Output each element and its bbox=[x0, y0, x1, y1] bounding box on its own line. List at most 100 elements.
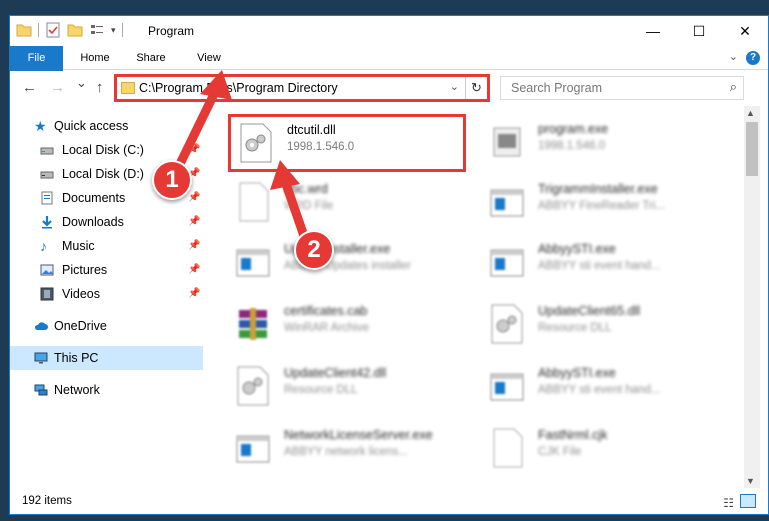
pin-icon[interactable]: 📌 bbox=[188, 258, 200, 282]
file-type: CJK File bbox=[538, 446, 582, 458]
refresh-icon[interactable]: ↻ bbox=[465, 77, 487, 99]
file-name: AbbyySTI.exe bbox=[538, 242, 616, 256]
music-icon: ♪ bbox=[40, 238, 47, 254]
file-list: dtcutil.dll 1998.1.546.0 program.exe 199… bbox=[222, 106, 744, 486]
file-item[interactable]: UpdateClient42.dll Resource DLL bbox=[228, 360, 468, 412]
back-button[interactable]: ← bbox=[22, 79, 37, 96]
sidebar-item-pictures[interactable]: Pictures 📌 bbox=[10, 258, 203, 282]
drive-icon bbox=[40, 147, 54, 155]
sidebar-item-videos[interactable]: Videos 📌 bbox=[10, 282, 203, 306]
details-view-icon[interactable]: ☷ bbox=[723, 496, 734, 510]
scroll-thumb[interactable] bbox=[746, 122, 758, 176]
scroll-down-icon[interactable]: ▼ bbox=[746, 476, 755, 486]
window-title: Program bbox=[148, 24, 195, 38]
computer-icon bbox=[34, 352, 48, 364]
sidebar-item-label: OneDrive bbox=[54, 319, 107, 333]
network-icon bbox=[34, 384, 48, 396]
vertical-scrollbar[interactable]: ▲ ▼ bbox=[744, 106, 760, 488]
minimize-button[interactable]: — bbox=[630, 16, 676, 46]
view-options-icon[interactable] bbox=[89, 22, 105, 38]
file-name: NetworkLicenseServer.exe bbox=[284, 428, 433, 442]
search-icon[interactable]: ⌕ bbox=[730, 79, 737, 95]
tab-share[interactable]: Share bbox=[128, 46, 174, 70]
file-type: WRD File bbox=[284, 200, 334, 212]
sidebar-item-label: Network bbox=[54, 383, 100, 397]
properties-icon[interactable] bbox=[45, 22, 61, 38]
file-item[interactable]: UpdateClient65.dll Resource DLL bbox=[482, 298, 722, 350]
customize-qat-icon[interactable]: ▾ bbox=[111, 25, 116, 36]
quick-access-toolbar: ▾ bbox=[16, 22, 123, 38]
sidebar-item-downloads[interactable]: Downloads 📌 bbox=[10, 210, 203, 234]
file-name: UpdateClient65.dll bbox=[538, 304, 641, 318]
help-icon[interactable]: ? bbox=[746, 51, 760, 65]
maximize-button[interactable]: ☐ bbox=[676, 16, 722, 46]
title-bar: ▾ Program — ☐ ✕ bbox=[10, 16, 768, 46]
file-name: certificates.cab bbox=[284, 304, 368, 318]
blank-file-icon bbox=[239, 182, 269, 222]
file-item[interactable]: FastNrml.cjk CJK File bbox=[482, 422, 722, 474]
address-bar[interactable]: C:\Program Files\Program Directory ⌄ ↻ bbox=[114, 74, 490, 102]
sidebar-item-label: Documents bbox=[62, 191, 126, 205]
scroll-up-icon[interactable]: ▲ bbox=[746, 108, 755, 118]
dll-gear-icon bbox=[240, 123, 272, 163]
sidebar-item-network[interactable]: Network bbox=[10, 378, 203, 402]
step-badge-1: 1 bbox=[152, 160, 192, 200]
file-type: ABBYY sti event hand... bbox=[538, 260, 661, 272]
pin-icon[interactable]: 📌 bbox=[188, 282, 200, 306]
pin-icon[interactable]: 📌 bbox=[188, 138, 200, 162]
search-input[interactable]: Search Program ⌕ bbox=[500, 76, 744, 100]
pin-icon[interactable]: 📌 bbox=[188, 234, 200, 258]
file-type: ABBYY sti event hand... bbox=[538, 384, 661, 396]
window-app-icon bbox=[236, 249, 270, 277]
pin-icon[interactable]: 📌 bbox=[188, 210, 200, 234]
cloud-icon bbox=[34, 322, 48, 330]
file-item[interactable]: Updatelnstaller.exe ABBYY Updates instal… bbox=[228, 236, 468, 288]
file-item-dtcutil-dll[interactable]: dtcutil.dll 1998.1.546.0 bbox=[228, 114, 466, 172]
recent-locations-button[interactable]: ⌄ bbox=[76, 75, 87, 91]
file-name: UpdateClient42.dll bbox=[284, 366, 387, 380]
file-item[interactable]: program.exe 1998.1.546.0 bbox=[482, 116, 722, 168]
file-item[interactable]: AbbyySTI.exe ABBYY sti event hand... bbox=[482, 236, 722, 288]
step-badge-2: 2 bbox=[294, 230, 334, 270]
sidebar-item-music[interactable]: ♪ Music 📌 bbox=[10, 234, 203, 258]
sidebar-item-label: Music bbox=[62, 239, 95, 253]
new-folder-icon[interactable] bbox=[67, 22, 83, 38]
winrar-icon bbox=[239, 308, 267, 340]
sidebar-item-label: Pictures bbox=[62, 263, 108, 277]
address-dropdown-icon[interactable]: ⌄ bbox=[450, 80, 459, 93]
file-item[interactable]: AbbyySTI.exe ABBYY sti event hand... bbox=[482, 360, 722, 412]
download-icon bbox=[42, 216, 52, 229]
file-item[interactable]: abc.wrd WRD File bbox=[228, 176, 468, 228]
sidebar-item-label: Videos bbox=[62, 287, 100, 301]
star-icon: ★ bbox=[34, 118, 47, 134]
file-name: FastNrml.cjk bbox=[538, 428, 608, 442]
pictures-icon bbox=[40, 264, 54, 276]
status-bar: 192 items ☷ bbox=[10, 488, 768, 514]
window-app-icon bbox=[490, 373, 524, 401]
up-button[interactable]: ↑ bbox=[96, 79, 104, 96]
sidebar-item-onedrive[interactable]: OneDrive bbox=[10, 314, 203, 338]
expand-ribbon-icon[interactable]: ⌄ bbox=[729, 50, 738, 63]
forward-button[interactable]: → bbox=[50, 79, 65, 96]
pin-icon[interactable]: 📌 bbox=[188, 186, 200, 210]
file-type: WinRAR Archive bbox=[284, 322, 369, 334]
file-item[interactable]: NetworkLicenseServer.exe ABBYY network l… bbox=[228, 422, 468, 474]
sidebar-item-label: This PC bbox=[54, 351, 99, 365]
tab-home[interactable]: Home bbox=[72, 46, 118, 70]
folder-icon bbox=[121, 82, 135, 94]
file-name: program.exe bbox=[538, 122, 609, 136]
file-name: TrigrammInstaller.exe bbox=[538, 182, 658, 196]
file-type: Resource DLL bbox=[284, 384, 358, 396]
address-path: C:\Program Files\Program Directory bbox=[139, 81, 338, 95]
tab-view[interactable]: View bbox=[186, 46, 232, 70]
sidebar-item-this-pc[interactable]: This PC bbox=[10, 346, 203, 370]
close-button[interactable]: ✕ bbox=[722, 16, 768, 46]
sidebar-item-label: Local Disk (C:) bbox=[62, 143, 144, 157]
title-divider bbox=[121, 23, 123, 37]
folder-icon[interactable] bbox=[16, 22, 32, 38]
large-icons-view-icon[interactable] bbox=[740, 494, 756, 508]
sidebar-item-quick-access[interactable]: ★ Quick access bbox=[10, 114, 203, 138]
file-item[interactable]: TrigrammInstaller.exe ABBYY FineReader T… bbox=[482, 176, 722, 228]
sidebar-item-local-disk-c[interactable]: Local Disk (C:) 📌 bbox=[10, 138, 203, 162]
file-item[interactable]: certificates.cab WinRAR Archive bbox=[228, 298, 468, 350]
